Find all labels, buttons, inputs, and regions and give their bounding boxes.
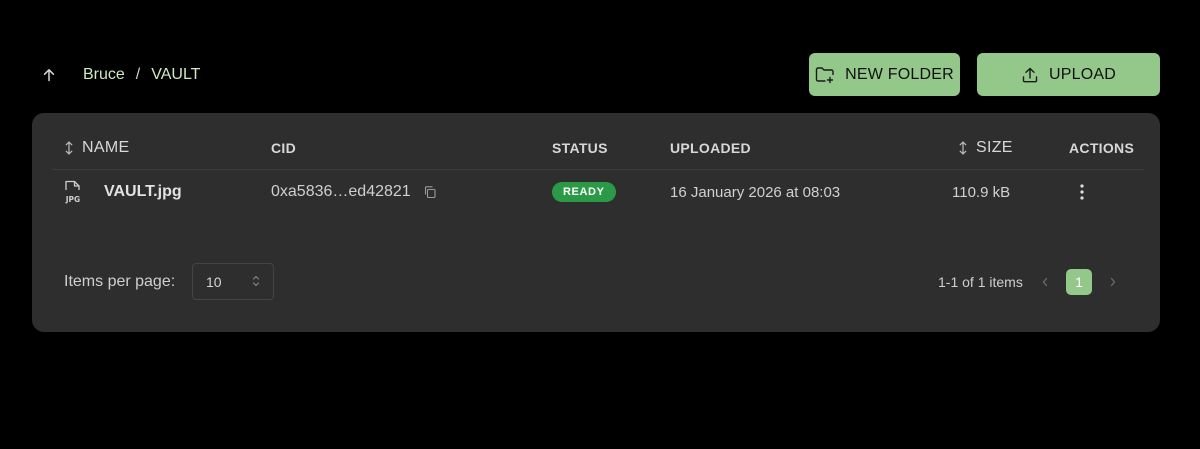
column-header-uploaded: UPLOADED [670, 140, 751, 156]
page-button-1[interactable]: 1 [1066, 269, 1092, 295]
column-header-status: STATUS [552, 140, 608, 156]
table-header: NAME CID STATUS UPLOADED SIZE ACTIONS [52, 133, 1144, 170]
upload-icon [1022, 67, 1038, 82]
jpg-file-icon-label: JPG [65, 195, 80, 204]
copy-cid-button[interactable] [423, 185, 437, 199]
arrow-up-icon [43, 69, 55, 82]
top-bar: Bruce / VAULT NEW FOLDER UPLOAD [32, 53, 1160, 97]
breadcrumb-current: VAULT [151, 66, 201, 83]
chevron-left-icon [1042, 277, 1048, 287]
size-cell: 110.9 kB [952, 183, 1011, 201]
row-actions-button[interactable] [1070, 180, 1094, 204]
folder-plus-icon [815, 66, 834, 83]
navigate-up-button[interactable] [32, 58, 66, 92]
jpg-file-icon: JPG [65, 180, 80, 204]
file-browser-page: Bruce / VAULT NEW FOLDER UPLOAD NAME CID… [0, 0, 1200, 449]
column-header-cid: CID [271, 140, 297, 156]
items-per-page-select[interactable]: 10 [192, 263, 274, 300]
table-footer: Items per page: 10 1-1 of 1 items 1 [64, 263, 1128, 300]
table-row[interactable]: JPG VAULT.jpg 0xa5836…ed42821 READY 16 J… [52, 170, 1144, 214]
upload-button[interactable]: UPLOAD [977, 53, 1160, 96]
upload-label: UPLOAD [1049, 65, 1116, 83]
status-badge: READY [552, 182, 616, 202]
previous-page-button[interactable] [1032, 269, 1058, 295]
column-header-name-label: NAME [82, 139, 130, 156]
column-header-actions: ACTIONS [1069, 140, 1135, 156]
breadcrumb-separator: / [135, 66, 141, 83]
items-per-page-value: 10 [206, 273, 222, 290]
file-name-cell: JPG VAULT.jpg [62, 170, 182, 214]
status-cell: READY [552, 170, 616, 214]
cid-value: 0xa5836…ed42821 [271, 183, 411, 200]
files-table-card: NAME CID STATUS UPLOADED SIZE ACTIONS JP… [32, 113, 1160, 332]
items-per-page-label: Items per page: [64, 272, 176, 290]
breadcrumb-item-bruce[interactable]: Bruce [83, 66, 125, 84]
column-header-size-label: SIZE [976, 139, 1013, 156]
uploaded-cell: 16 January 2026 at 08:03 [670, 183, 841, 201]
column-header-size[interactable]: SIZE [958, 133, 1013, 163]
new-folder-button[interactable]: NEW FOLDER [809, 53, 960, 96]
file-name-link[interactable]: VAULT.jpg [104, 183, 182, 201]
next-page-button[interactable] [1100, 269, 1126, 295]
new-folder-label: NEW FOLDER [845, 65, 954, 83]
cid-cell: 0xa5836…ed42821 [271, 170, 437, 214]
chevron-up-down-icon [252, 275, 260, 287]
sort-icon [65, 141, 73, 155]
actions-cell [1070, 170, 1094, 214]
copy-icon [424, 186, 436, 199]
sort-icon [959, 141, 967, 155]
chevron-right-icon [1110, 277, 1116, 287]
breadcrumb: Bruce / VAULT [32, 53, 200, 97]
more-vertical-icon [1080, 184, 1084, 200]
pagination-range: 1-1 of 1 items [938, 273, 1023, 290]
column-header-name[interactable]: NAME [64, 133, 129, 163]
